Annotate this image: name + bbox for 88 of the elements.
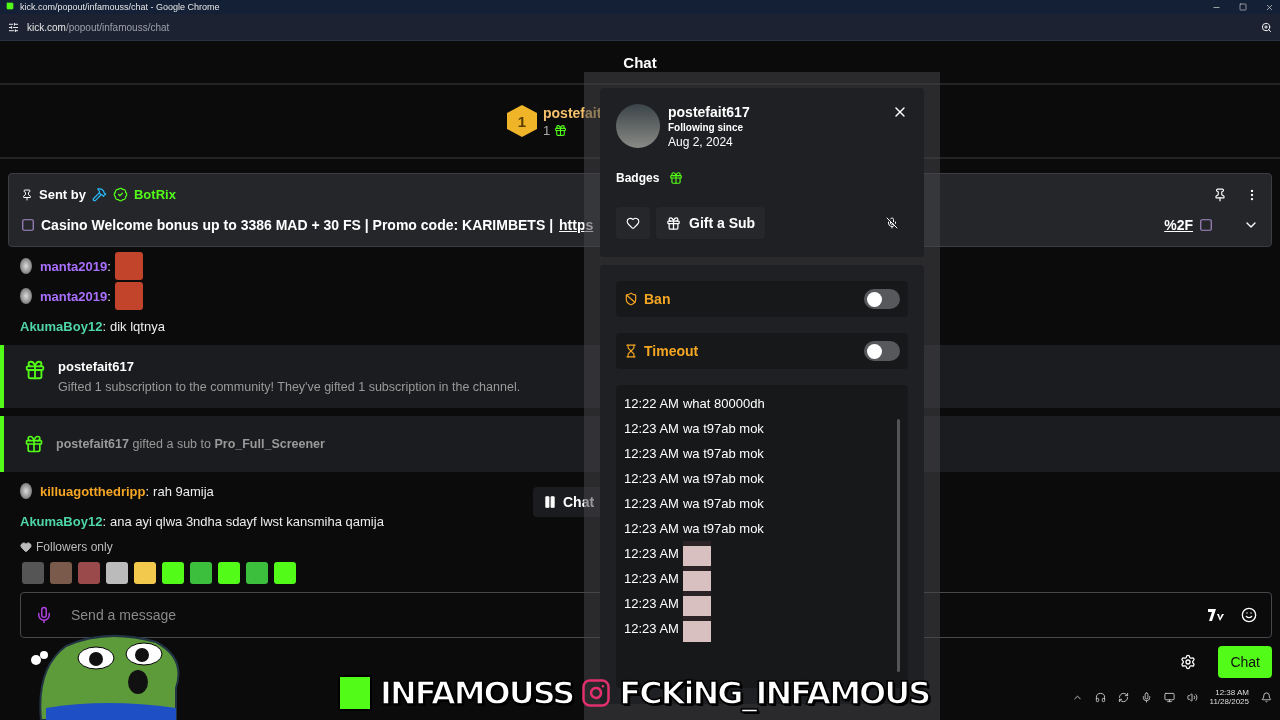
log-message: what 80000dh bbox=[682, 396, 765, 411]
gift-badge-icon bbox=[669, 171, 684, 185]
gift-message: Gifted 1 subscription to the community! They've gifted 1 subscription in the channel. bbox=[58, 380, 521, 394]
chat-message-text: rah 9amija bbox=[153, 483, 214, 499]
log-time: 12:23 AM bbox=[624, 621, 679, 636]
mic-icon[interactable] bbox=[35, 606, 53, 624]
maximize-icon[interactable] bbox=[1239, 3, 1247, 11]
notification-icon[interactable] bbox=[1261, 691, 1272, 703]
chat-mode-label: Followers only bbox=[36, 540, 113, 554]
log-time: 12:23 AM bbox=[624, 471, 679, 486]
gift-icon bbox=[24, 434, 44, 454]
log-message: wa t97ab mok bbox=[682, 521, 764, 536]
log-time: 12:22 AM bbox=[624, 396, 679, 411]
moderation-label: Ban bbox=[644, 291, 671, 307]
scrollbar[interactable] bbox=[897, 419, 900, 672]
seventv-logo-icon[interactable] bbox=[1207, 608, 1225, 622]
heart-icon bbox=[20, 541, 32, 553]
gift-message: postefait617 gifted a sub to Pro_Full_Screener bbox=[56, 437, 325, 451]
instagram-icon bbox=[581, 678, 612, 708]
verified-icon bbox=[112, 187, 128, 203]
headphones-icon[interactable] bbox=[1094, 691, 1106, 703]
sender-name[interactable]: BotRix bbox=[133, 187, 176, 203]
gift-sub-button[interactable]: Gift a Sub bbox=[656, 207, 766, 239]
log-time: 12:23 AM bbox=[624, 496, 679, 511]
pinned-message-text: Casino Welcome bonus up to 3386 MAD + 30 FS | Promo code: KARIMBETS | bbox=[41, 216, 554, 233]
toggle-switch[interactable] bbox=[864, 289, 900, 309]
following-label: Following since bbox=[668, 122, 744, 133]
log-time: 12:23 AM bbox=[624, 571, 679, 586]
toggle-switch[interactable] bbox=[864, 341, 900, 361]
badges-label: Badges bbox=[616, 171, 660, 185]
chat-message-text: ana ayi qlwa 3ndha sdayf lwst kansmiha qamija bbox=[110, 513, 384, 529]
log-time: 12:23 AM bbox=[624, 421, 679, 436]
follow-button[interactable] bbox=[616, 207, 650, 239]
separator-colon: : bbox=[145, 483, 150, 499]
pin-icon bbox=[21, 188, 33, 201]
log-time: 12:23 AM bbox=[624, 521, 679, 536]
sync-icon[interactable] bbox=[1117, 691, 1129, 703]
close-icon[interactable] bbox=[1265, 2, 1274, 12]
chat-message-text: dik lqtnya bbox=[110, 318, 165, 334]
zoom-icon[interactable] bbox=[1261, 21, 1272, 33]
gifter-name[interactable]: postefait617 bbox=[58, 359, 521, 374]
log-message: wa t97ab mok bbox=[682, 446, 764, 461]
following-date: Aug 2, 2024 bbox=[668, 135, 734, 149]
separator-colon: : bbox=[102, 318, 106, 334]
emote-image bbox=[114, 282, 143, 310]
log-message: wa t97ab mok bbox=[682, 496, 764, 511]
social-handle: FCKiNG_INFAMOUS bbox=[619, 674, 930, 712]
log-time: 12:23 AM bbox=[624, 546, 679, 561]
url-host[interactable]: kick.com bbox=[27, 21, 66, 33]
mic-icon[interactable] bbox=[1140, 691, 1152, 703]
hourglass-icon bbox=[624, 344, 638, 358]
rank-badge: 1 bbox=[507, 105, 537, 137]
log-time: 12:23 AM bbox=[624, 446, 679, 461]
gift-icon bbox=[554, 123, 568, 137]
separator-colon: : bbox=[107, 258, 111, 274]
gift-icon bbox=[24, 359, 46, 381]
url-path[interactable]: /popout/infamouss/chat bbox=[65, 21, 170, 33]
gift-icon bbox=[666, 215, 681, 231]
channel-name: INFAMOUSS bbox=[380, 674, 574, 712]
site-settings-icon[interactable] bbox=[8, 21, 19, 33]
ban-icon bbox=[624, 292, 638, 306]
log-message: wa t97ab mok bbox=[682, 421, 764, 436]
gift-count: 1 bbox=[543, 122, 551, 138]
pin-icon[interactable] bbox=[1213, 187, 1227, 202]
mute-icon[interactable] bbox=[886, 217, 898, 229]
sent-by-label: Sent by bbox=[39, 187, 86, 203]
pinned-link[interactable]: https bbox=[559, 216, 594, 233]
pause-icon bbox=[543, 495, 557, 509]
photo-placeholder bbox=[616, 104, 660, 148]
settings-icon[interactable] bbox=[1180, 654, 1197, 670]
log-time: 12:23 AM bbox=[624, 596, 679, 611]
chat-title: Chat bbox=[623, 53, 657, 71]
hammer-icon bbox=[91, 187, 107, 203]
pinned-link[interactable]: %2F bbox=[1164, 216, 1193, 233]
leader-name[interactable]: postefait bbox=[543, 104, 602, 121]
emoji-icon[interactable] bbox=[1241, 607, 1257, 623]
window-title: kick.com/popout/infamouss/chat - Google Chrome bbox=[20, 2, 220, 12]
moderation-label: Timeout bbox=[644, 343, 699, 359]
separator-colon: : bbox=[102, 513, 106, 529]
log-message: wa t97ab mok bbox=[682, 471, 764, 486]
taskbar-time[interactable]: 12:38 AM bbox=[1215, 688, 1249, 697]
profile-username: postefait617 bbox=[668, 104, 750, 120]
separator-colon: : bbox=[107, 288, 111, 304]
taskbar-date[interactable]: 11/28/2025 bbox=[1209, 697, 1249, 706]
chat-button[interactable]: Chat bbox=[1218, 646, 1272, 678]
emote-image bbox=[114, 252, 143, 280]
heart-icon bbox=[626, 216, 640, 230]
volume-icon[interactable] bbox=[1186, 691, 1198, 703]
